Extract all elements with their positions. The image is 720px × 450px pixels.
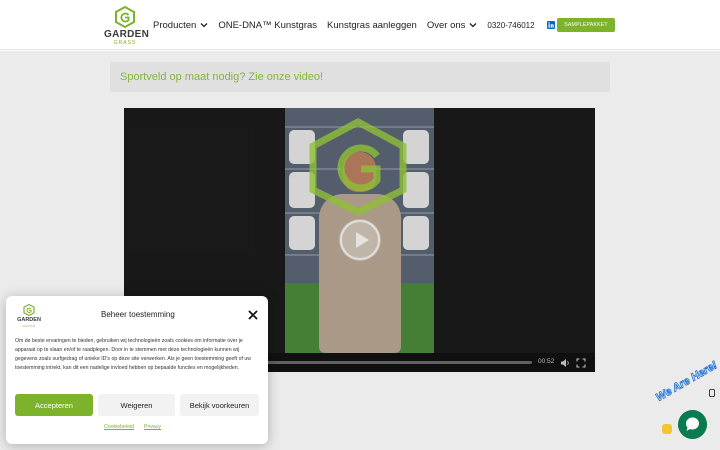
nav-label: Over ons (426, 19, 466, 31)
phone-number: 0320-746012 (487, 20, 535, 30)
linkedin-link[interactable] (546, 21, 555, 29)
logo-word-grass: GRASS (113, 40, 137, 46)
nav-item-over-ons[interactable]: Over ons (427, 20, 478, 31)
waving-hand-icon (662, 424, 672, 434)
phone-link[interactable]: 0320-746012 (487, 21, 534, 30)
consent-title: Beheer toestemming (101, 310, 175, 319)
nav-item-producten[interactable]: Producten (153, 20, 208, 31)
nav-label: Kunstgras aanleggen (327, 19, 417, 31)
main-nav: Producten ONE-DNA™ Kunstgras Kunstgras a… (153, 17, 569, 33)
logo-word-garden: GARDEN (104, 29, 150, 40)
chevron-down-icon (200, 23, 208, 28)
privacy-link[interactable]: Privacy (144, 424, 161, 430)
accept-button[interactable]: Accepteren (15, 394, 93, 416)
chevron-down-icon (469, 23, 477, 28)
nav-label: Producten (153, 19, 197, 31)
logo-mark-icon (115, 6, 135, 28)
cookiebeleid-link[interactable]: Cookiebeleid (104, 424, 134, 430)
site-header: GARDEN GRASS Producten ONE-DNA™ Kunstgra… (0, 0, 720, 50)
logo-word-grass: GRASS (22, 324, 36, 328)
cookie-consent-dialog: GARDEN GRASS Beheer toestemming Om de be… (6, 296, 268, 444)
close-icon[interactable] (248, 310, 258, 320)
samplepakket-button[interactable]: SAMPLEPAKKET (557, 18, 615, 32)
chat-bubble-icon[interactable] (678, 410, 707, 439)
nav-label: ONE-DNA™ Kunstgras (218, 19, 318, 31)
nav-item-kunstgras-aanleggen[interactable]: Kunstgras aanleggen (327, 20, 417, 31)
chat-close-icon[interactable] (709, 389, 715, 397)
logo-word-garden: GARDEN (17, 317, 41, 323)
consent-logo: GARDEN GRASS (17, 304, 41, 328)
linkedin-icon (546, 21, 555, 29)
logo-mark-icon (23, 304, 35, 316)
nav-item-one-dna[interactable]: ONE-DNA™ Kunstgras (218, 20, 317, 31)
site-logo[interactable]: GARDEN GRASS (104, 6, 150, 46)
view-preferences-button[interactable]: Bekijk voorkeuren (180, 394, 259, 416)
reject-button[interactable]: Weigeren (98, 394, 175, 416)
consent-body: Om de beste ervaringen te bieden, gebrui… (15, 338, 252, 371)
